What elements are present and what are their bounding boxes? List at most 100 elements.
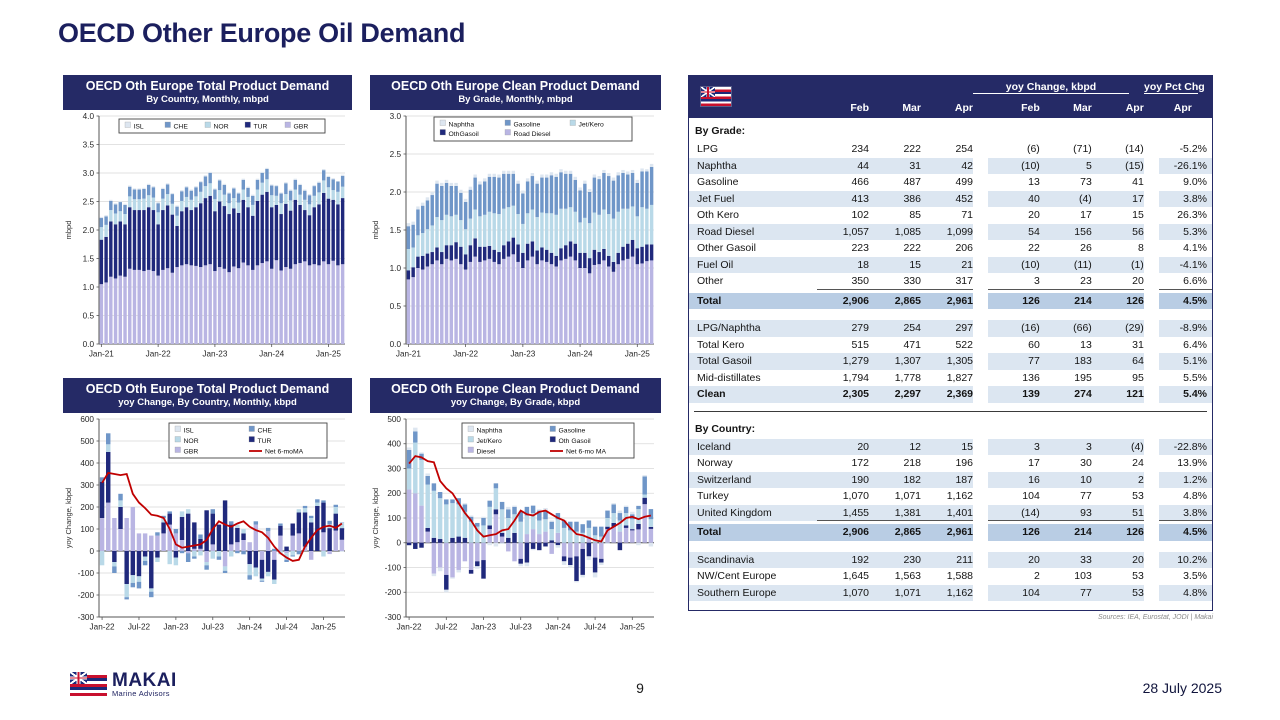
svg-text:4.0: 4.0 — [83, 112, 95, 121]
table-body: By Grade: LPG 234 222 254 (6) (71) (14) -5.2% Nap… — [689, 118, 1212, 610]
svg-text:300: 300 — [80, 481, 94, 490]
logo-subtitle: Marine Advisors — [112, 689, 170, 698]
svg-text:Jul-23: Jul-23 — [202, 623, 225, 632]
svg-text:Jet/Kero: Jet/Kero — [579, 122, 605, 129]
svg-text:Gasoline: Gasoline — [559, 428, 586, 435]
svg-text:Gasoline: Gasoline — [514, 122, 541, 129]
chart-panel-clean-by-grade: OECD Oth Europe Clean Product Demand By … — [370, 75, 661, 367]
svg-text:Jan-25: Jan-25 — [625, 350, 650, 359]
svg-text:1.0: 1.0 — [83, 283, 95, 292]
report-page: OECD Other Europe Oil Demand OECD Oth Eu… — [0, 0, 1280, 720]
svg-text:2.0: 2.0 — [83, 226, 95, 235]
svg-text:Jan-23: Jan-23 — [202, 350, 227, 359]
table-row: Total Kero 515 471 522 60 13 31 6.4% — [697, 338, 1207, 351]
legend: Naphtha Gasoline Jet/Kero Oth Gasoil Diesel N… — [461, 422, 635, 459]
svg-text:Naphtha: Naphtha — [477, 428, 503, 435]
svg-text:500: 500 — [80, 437, 94, 446]
chart-title: OECD Oth Europe Clean Product Demand — [391, 79, 640, 93]
svg-text:1.0: 1.0 — [390, 264, 402, 273]
legend: Naphtha Gasoline Jet/Kero OthGasoil Road Die… — [433, 116, 633, 142]
yoy-change-header: yoy Change, kbpd — [973, 81, 1129, 94]
svg-text:600: 600 — [80, 415, 94, 424]
table-row: Total Gasoil 1,279 1,307 1,305 77 183 64 5.1% — [689, 353, 1212, 370]
svg-text:0.5: 0.5 — [83, 311, 95, 320]
svg-text:OthGasoil: OthGasoil — [449, 131, 480, 138]
svg-text:100: 100 — [80, 525, 94, 534]
svg-text:Jan-25: Jan-25 — [311, 623, 336, 632]
svg-text:Diesel: Diesel — [477, 449, 496, 456]
svg-text:Road Diesel: Road Diesel — [514, 131, 552, 138]
table-row: Clean 2,305 2,297 2,369 139 274 121 5.4% — [689, 386, 1212, 403]
svg-text:-100: -100 — [385, 563, 402, 572]
svg-text:0.0: 0.0 — [390, 340, 402, 349]
table-row: LPG/Naphtha 279 254 297 (16) (66) (29) -8.9% — [689, 320, 1212, 337]
table-section-header: By Country: — [695, 422, 756, 435]
svg-text:Jan-23: Jan-23 — [163, 623, 188, 632]
svg-text:NOR: NOR — [214, 124, 229, 131]
svg-text:Jan-23: Jan-23 — [510, 350, 535, 359]
hawaii-flag-icon — [70, 672, 107, 696]
svg-text:ISL: ISL — [134, 124, 144, 131]
svg-text:Naphtha: Naphtha — [449, 122, 475, 129]
svg-text:CHE: CHE — [258, 428, 273, 435]
table-divider — [694, 410, 1207, 412]
x-axis: Jan-21 Jan-22 Jan-23 Jan-24 Jan-25 — [89, 344, 341, 359]
svg-text:200: 200 — [80, 503, 94, 512]
chart-subtitle: By Grade, Monthly, mbpd — [458, 94, 573, 105]
table-spacer — [689, 309, 1212, 320]
chart-subtitle: yoy Change, By Country, Monthly, kbpd — [118, 397, 297, 408]
bars-layer — [99, 167, 345, 344]
svg-text:CHE: CHE — [174, 124, 189, 131]
col-yoy-month: Mar — [1073, 102, 1092, 114]
svg-text:0: 0 — [89, 547, 94, 556]
svg-text:Jul-23: Jul-23 — [510, 623, 533, 632]
table-row: Oth Kero 102 85 71 20 17 15 26.3% — [697, 209, 1207, 221]
table-row: Turkey 1,070 1,071 1,162 104 77 53 4.8% — [697, 490, 1207, 502]
svg-text:400: 400 — [387, 440, 401, 449]
svg-text:Jul-24: Jul-24 — [275, 623, 298, 632]
table-row: Switzerland 190 182 187 16 10 2 1.2% — [689, 471, 1212, 488]
table-total-row: Total 2,906 2,865 2,961 126 214 126 4.5% — [689, 524, 1212, 541]
demand-table: yoy Change, kbpd yoy Pct Chg Feb Mar Apr… — [688, 75, 1213, 611]
svg-text:-300: -300 — [78, 613, 95, 622]
table-row: Norway 172 218 196 17 30 24 13.9% — [697, 457, 1207, 469]
chart-panel-total-by-country: OECD Oth Europe Total Product Demand By … — [63, 75, 352, 367]
x-axis: Jan-22 Jul-22 Jan-23 Jul-23 Jan-24 Jul-24 Jan-… — [397, 617, 645, 632]
chart-title: OECD Oth Europe Clean Product Demand — [391, 382, 640, 396]
col-month: Apr — [954, 102, 973, 114]
page-title: OECD Other Europe Oil Demand — [58, 18, 466, 48]
svg-text:2.5: 2.5 — [390, 150, 402, 159]
svg-text:Jan-22: Jan-22 — [90, 623, 115, 632]
legend: ISL CHE NOR TUR GBR — [118, 118, 326, 134]
x-axis: Jan-21 Jan-22 Jan-23 Jan-24 Jan-25 — [396, 344, 650, 359]
svg-text:2.5: 2.5 — [83, 197, 95, 206]
table-row: Fuel Oil 18 15 21 (10) (11) (1) -4.1% — [689, 256, 1212, 273]
page-number: 9 — [636, 680, 644, 696]
col-yoy-month: Feb — [1021, 102, 1040, 114]
bars-layer — [406, 163, 654, 344]
svg-text:yoy Change, kbpd: yoy Change, kbpd — [371, 488, 380, 548]
table-row: LPG 234 222 254 (6) (71) (14) -5.2% — [697, 143, 1207, 155]
chart-header: OECD Oth Europe Clean Product Demand yoy… — [370, 378, 661, 413]
svg-text:Jan-22: Jan-22 — [453, 350, 478, 359]
svg-text:3.0: 3.0 — [83, 169, 95, 178]
svg-text:TUR: TUR — [258, 438, 272, 445]
chart-panel-clean-yoy: OECD Oth Europe Clean Product Demand yoy… — [370, 378, 661, 640]
chart-title: OECD Oth Europe Total Product Demand — [85, 79, 330, 93]
legend: ISL CHE NOR TUR GBR Net 6-moMA — [168, 422, 328, 459]
svg-text:mbpd: mbpd — [371, 221, 380, 240]
chart-header: OECD Oth Europe Clean Product Demand By … — [370, 75, 661, 110]
chart-svg: -300 -200 -100 0 100 200 300 400 500 Jan-22 Jul-22… — [371, 415, 654, 632]
svg-text:-200: -200 — [78, 591, 95, 600]
table-spacer — [689, 541, 1212, 552]
svg-text:100: 100 — [387, 514, 401, 523]
svg-text:Jan-24: Jan-24 — [545, 623, 570, 632]
svg-text:Jan-23: Jan-23 — [471, 623, 496, 632]
svg-text:Net 6-moMA: Net 6-moMA — [265, 449, 304, 456]
table-section-header: By Grade: — [695, 125, 746, 137]
svg-text:yoy Change, kbpd: yoy Change, kbpd — [64, 488, 73, 548]
svg-text:TUR: TUR — [254, 124, 268, 131]
chart-header: OECD Oth Europe Total Product Demand yoy… — [63, 378, 352, 413]
svg-text:-200: -200 — [385, 588, 402, 597]
table-row: Road Diesel 1,057 1,085 1,099 54 156 56 5.3% — [689, 223, 1212, 240]
